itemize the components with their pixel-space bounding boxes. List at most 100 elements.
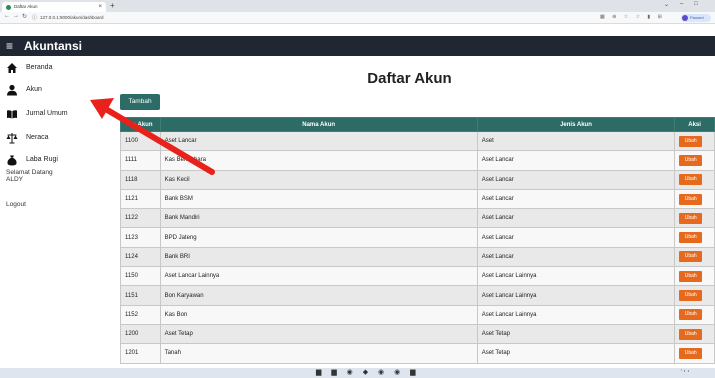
system-tray[interactable]: ⌃ ◐ ◑ xyxy=(680,369,689,373)
edit-button[interactable]: Ubah xyxy=(679,212,703,224)
column-header-nama-akun: Nama Akun xyxy=(159,117,478,132)
edit-button[interactable]: Ubah xyxy=(679,193,703,205)
table-row: 1151 Bon Karyawan Aset Lancar Lainnya Ubah xyxy=(120,285,715,306)
edit-button[interactable]: Ubah xyxy=(679,328,703,340)
sidebar-item-label: Jurnal Umum xyxy=(26,110,68,117)
sidebar-item-laba-rugi[interactable]: Laba Rugi xyxy=(6,152,102,168)
browser-tab-title: Daftar Akun xyxy=(14,4,38,9)
action-cell: Ubah xyxy=(674,169,715,190)
action-cell: Ubah xyxy=(674,266,715,287)
account-name-cell: Aset Tetap xyxy=(159,323,478,345)
table-row: 1118 Kas Kecil Aset Lancar Ubah xyxy=(120,169,715,190)
action-cell: Ubah xyxy=(674,130,715,152)
edit-button[interactable]: Ubah xyxy=(679,270,703,282)
sidebar-item-neraca[interactable]: Neraca xyxy=(6,130,102,146)
account-type-cell: Aset Lancar xyxy=(476,169,676,190)
account-name-cell: Bank BRI xyxy=(159,246,478,268)
account-number-cell: 1200 xyxy=(120,323,161,345)
action-cell: Ubah xyxy=(674,343,715,364)
action-cell: Ubah xyxy=(674,227,715,248)
forward-icon[interactable]: → xyxy=(13,13,19,19)
account-type-cell: Aset xyxy=(476,130,676,152)
taskbar-app-icons[interactable]: ▆ ▆ ◉ ◆ ◉ ◉ ▆ xyxy=(316,369,420,377)
table-row: 1150 Aset Lancar Lainnya Aset Lancar Lainn… xyxy=(120,266,715,287)
account-type-cell: Aset Tetap xyxy=(476,343,676,364)
sidebar-item-label: Beranda xyxy=(26,64,53,71)
url-text: 127.0.0.1:8000/akun/dashboard xyxy=(40,15,104,20)
welcome-username: ALDY xyxy=(6,176,23,183)
account-type-cell: Aset Lancar Lainnya xyxy=(476,304,676,325)
browser-tab-strip: Daftar Akun × + ⌄ – □ xyxy=(0,0,715,12)
account-name-cell: Bank BSM xyxy=(159,188,478,210)
address-bar[interactable]: ⓘ 127.0.0.1:8000/akun/dashboard xyxy=(32,14,502,22)
edit-button[interactable]: Ubah xyxy=(679,174,703,186)
table-row: 1111 Kas Bendahara Aset Lancar Ubah xyxy=(120,150,715,171)
edit-button[interactable]: Ubah xyxy=(679,309,703,321)
scale-icon xyxy=(6,132,18,144)
back-icon[interactable]: ← xyxy=(4,13,10,19)
tab-close-icon[interactable]: × xyxy=(98,2,102,12)
app-header: ≡ Akuntansi xyxy=(0,36,715,56)
site-info-icon[interactable]: ⓘ xyxy=(32,15,37,21)
sidebar-item-akun[interactable]: Akun xyxy=(6,82,102,98)
edit-button[interactable]: Ubah xyxy=(679,290,703,302)
edit-button[interactable]: Ubah xyxy=(679,154,703,166)
edit-button[interactable]: Ubah xyxy=(679,232,703,244)
browser-toolbar: ← → ↻ ⓘ 127.0.0.1:8000/akun/dashboard ▦ … xyxy=(0,12,715,24)
account-name-cell: Kas Kecil xyxy=(159,169,478,190)
action-cell: Ubah xyxy=(674,246,715,268)
edit-button[interactable]: Ubah xyxy=(679,135,703,147)
account-name-cell: Aset Lancar Lainnya xyxy=(159,266,478,287)
table-row: 1121 Bank BSM Aset Lancar Ubah xyxy=(120,188,715,210)
minimize-button[interactable]: – xyxy=(680,1,683,7)
app-brand: Akuntansi xyxy=(24,39,83,53)
logout-link[interactable]: Logout xyxy=(6,201,26,209)
account-number-cell: 1111 xyxy=(120,150,161,171)
sidebar-item-jurnal-umum[interactable]: Jurnal Umum xyxy=(6,106,102,122)
account-number-cell: 1124 xyxy=(120,246,161,268)
tab-search-icon[interactable]: ⌄ xyxy=(664,1,669,8)
sidebar-item-label: Laba Rugi xyxy=(26,156,58,163)
account-number-cell: 1152 xyxy=(120,304,161,325)
account-type-cell: Aset Lancar xyxy=(476,208,676,229)
edit-button[interactable]: Ubah xyxy=(679,347,703,359)
account-name-cell: Kas Bon xyxy=(159,304,478,325)
page-title: Daftar Akun xyxy=(367,70,452,87)
account-type-cell: Aset Lancar xyxy=(476,246,676,268)
browser-tab[interactable]: Daftar Akun × xyxy=(2,2,106,12)
add-account-button[interactable]: Tambah xyxy=(120,94,160,110)
home-icon xyxy=(6,62,18,74)
new-tab-button[interactable]: + xyxy=(110,1,115,10)
profile-status: Paused xyxy=(690,15,704,20)
account-name-cell: Aset Lancar xyxy=(159,130,478,152)
account-name-cell: Bon Karyawan xyxy=(159,285,478,306)
account-name-cell: Tanah xyxy=(159,343,478,364)
account-number-cell: 1201 xyxy=(120,343,161,364)
reload-icon[interactable]: ↻ xyxy=(22,13,27,20)
avatar xyxy=(682,15,688,21)
account-name-cell: Kas Bendahara xyxy=(159,150,478,171)
main-content: Daftar Akun Tambah No Akun Nama Akun Jen… xyxy=(104,56,715,368)
hamburger-menu-icon[interactable]: ≡ xyxy=(6,39,13,53)
account-number-cell: 1150 xyxy=(120,266,161,287)
os-taskbar: ▆ ▆ ◉ ◆ ◉ ◉ ▆ ⌃ ◐ ◑ xyxy=(0,368,715,378)
table-row: 1124 Bank BRI Aset Lancar Ubah xyxy=(120,246,715,268)
sidebar-item-beranda[interactable]: Beranda xyxy=(6,60,102,76)
table-row: 1122 Bank Mandiri Aset Lancar Ubah xyxy=(120,208,715,229)
action-cell: Ubah xyxy=(674,150,715,171)
account-number-cell: 1100 xyxy=(120,130,161,152)
column-header-no-akun: No Akun xyxy=(120,117,161,132)
column-header-jenis-akun: Jenis Akun xyxy=(476,117,676,132)
sidebar-item-label: Akun xyxy=(26,86,42,93)
money-bag-icon xyxy=(6,154,18,166)
account-type-cell: Aset Lancar xyxy=(476,227,676,248)
extension-icons[interactable]: ▦ ⊕ ☆ ☆ ▮ ⊞ xyxy=(600,14,665,20)
maximize-button[interactable]: □ xyxy=(694,1,698,7)
table-row: 1100 Aset Lancar Aset Ubah xyxy=(120,130,715,152)
account-type-cell: Aset Lancar xyxy=(476,150,676,171)
account-number-cell: 1151 xyxy=(120,285,161,306)
table-row: 1152 Kas Bon Aset Lancar Lainnya Ubah xyxy=(120,304,715,325)
edit-button[interactable]: Ubah xyxy=(679,251,703,263)
account-type-cell: Aset Tetap xyxy=(476,323,676,345)
profile-button[interactable]: Paused xyxy=(681,14,711,22)
